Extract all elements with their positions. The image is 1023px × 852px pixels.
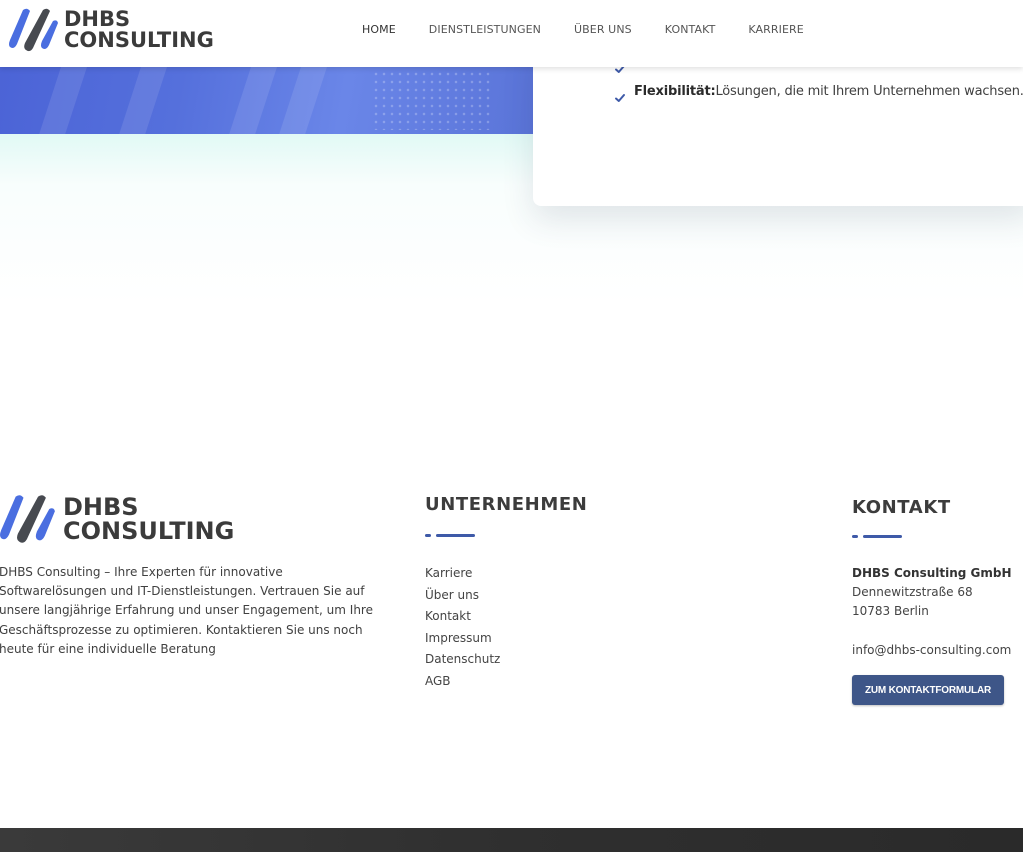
footer-link-karriere[interactable]: Karriere (425, 563, 500, 585)
feature-flexibility: Flexibilität:Lösungen, die mit Ihrem Unt… (634, 84, 1023, 99)
contact-city: 10783 Berlin (852, 604, 929, 619)
logo-line1: DHBS (63, 492, 139, 521)
logo-line2: CONSULTING (64, 27, 214, 52)
header-logo[interactable]: DHBS CONSULTING (9, 7, 214, 52)
feature-bold: Flexibilität: (634, 84, 716, 99)
contact-company: DHBS Consulting GmbH (852, 566, 1012, 580)
nav-home[interactable]: HOME (362, 23, 396, 36)
contact-form-button[interactable]: ZUM KONTAKTFORMULAR (852, 675, 1004, 705)
footer-contact-title: KONTAKT (852, 497, 951, 518)
footer-description: DHBS Consulting – Ihre Experten für inno… (0, 565, 373, 656)
footer-link-impressum[interactable]: Impressum (425, 628, 500, 650)
site-header: DHBS CONSULTING HOME DIENSTLEISTUNGEN ÜB… (0, 0, 1023, 67)
logo-mark-icon (9, 8, 58, 52)
logo-line2: CONSULTING (63, 516, 235, 545)
check-icon (614, 92, 626, 104)
nav-dienstleistungen[interactable]: DIENSTLEISTUNGEN (429, 23, 541, 36)
footer-company-links: Karriere Über uns Kontakt Impressum Date… (425, 563, 500, 693)
main-nav: HOME DIENSTLEISTUNGEN ÜBER UNS KONTAKT K… (362, 23, 837, 36)
feature-text: Lösungen, die mit Ihrem Unternehmen wach… (715, 84, 1023, 99)
footer-logo[interactable]: DHBS CONSULTING (0, 492, 234, 545)
contact-street: Dennewitzstraße 68 (852, 585, 973, 600)
logo-line1: DHBS (64, 6, 131, 31)
footer-company-title: UNTERNEHMEN (425, 494, 588, 515)
logo-mark-icon (0, 495, 55, 543)
footer-link-agb[interactable]: AGB (425, 671, 500, 693)
footer-bottom-bar (0, 828, 1023, 852)
hero-dot-pattern (372, 70, 492, 130)
footer-link-ueber-uns[interactable]: Über uns (425, 585, 500, 607)
contact-email-link[interactable]: info@dhbs-consulting.com (852, 641, 1012, 660)
nav-karriere[interactable]: KARRIERE (748, 23, 803, 36)
nav-ueber-uns[interactable]: ÜBER UNS (574, 23, 632, 36)
nav-kontakt[interactable]: KONTAKT (665, 23, 716, 36)
footer-link-datenschutz[interactable]: Datenschutz (425, 649, 500, 671)
footer-link-kontakt[interactable]: Kontakt (425, 606, 500, 628)
footer-contact-info: DHBS Consulting GmbH Dennewitzstraße 68 … (852, 564, 1012, 660)
